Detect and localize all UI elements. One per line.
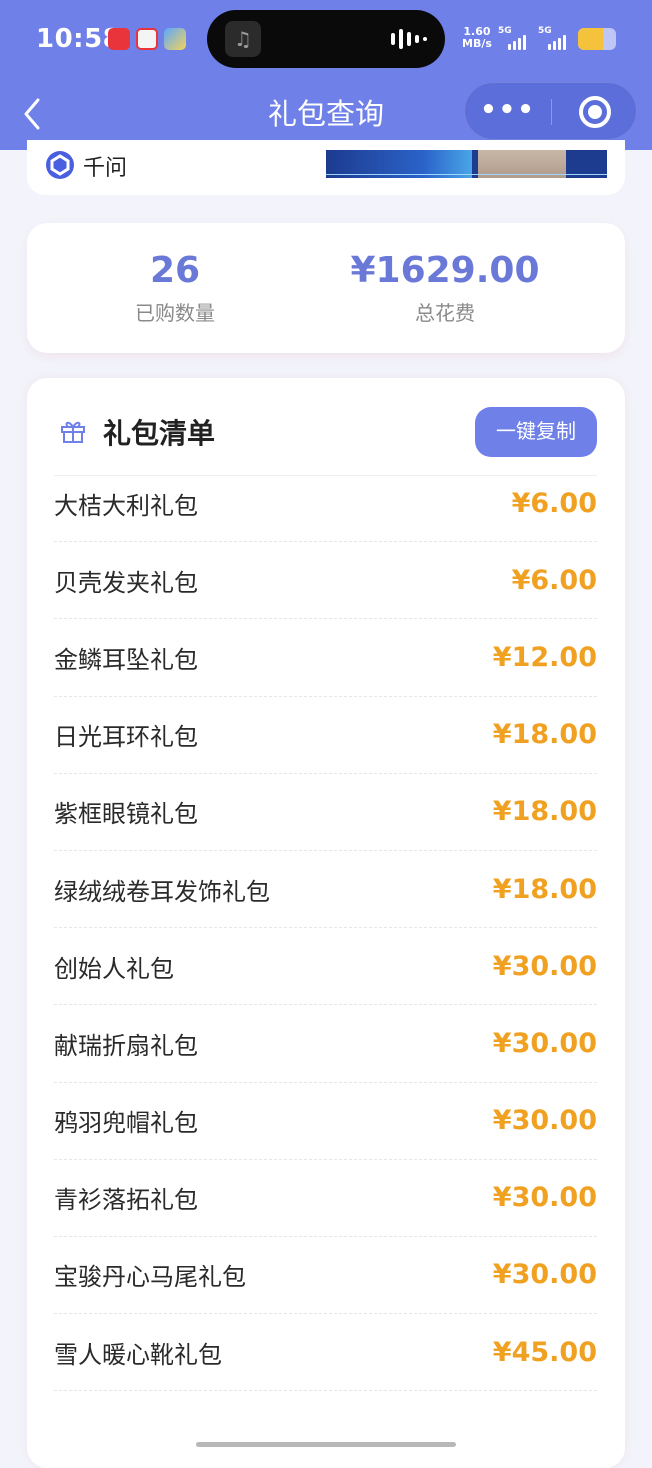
total-spent-label: 总花费 <box>415 301 475 325</box>
close-mini-program-button[interactable] <box>579 96 611 128</box>
gift-name: 紫框眼镜礼包 <box>54 800 198 829</box>
advert-label: 千问 <box>83 156 128 181</box>
gift-price: ¥18.00 <box>492 796 597 828</box>
total-spent-value: ¥1629.00 <box>350 250 540 291</box>
qianwen-logo-icon <box>46 151 74 179</box>
stats-card: 26 已购数量 ¥1629.00 总花费 <box>27 223 625 353</box>
news-app-icon <box>136 28 158 50</box>
gift-price: ¥30.00 <box>492 1027 597 1059</box>
app-notification-icon <box>164 28 186 50</box>
list-item: 贝壳发夹礼包 ¥6.00 <box>54 542 597 620</box>
list-item: 鸦羽兜帽礼包 ¥30.00 <box>54 1083 597 1160</box>
purchased-count-label: 已购数量 <box>135 301 215 325</box>
battery-icon <box>578 28 616 50</box>
gift-icon <box>61 421 85 443</box>
home-indicator[interactable] <box>196 1442 456 1447</box>
list-item: 紫框眼镜礼包 ¥18.00 <box>54 774 597 851</box>
network-speed: 1.60 MB/s <box>462 26 492 50</box>
purchased-count-stat: 26 已购数量 <box>75 247 275 326</box>
gift-name: 日光耳环礼包 <box>54 723 198 752</box>
capsule-divider <box>551 99 552 125</box>
gift-price: ¥30.00 <box>492 1105 597 1137</box>
signal-sim2-icon: 5G <box>538 26 566 50</box>
list-item: 日光耳环礼包 ¥18.00 <box>54 697 597 774</box>
gift-list-card: 礼包清单 一键复制 大桔大利礼包 ¥6.00 贝壳发夹礼包 ¥6.00 金鳞耳坠礼包 ¥1… <box>27 378 625 1468</box>
gift-name: 宝骏丹心马尾礼包 <box>54 1263 246 1292</box>
gift-name: 创始人礼包 <box>54 954 174 983</box>
more-menu-button[interactable]: ••• <box>465 83 551 141</box>
gift-name: 贝壳发夹礼包 <box>54 568 198 597</box>
gift-name: 绿绒绒卷耳发饰礼包 <box>54 877 270 906</box>
signal-sim1-icon: 5G <box>498 26 526 50</box>
dynamic-island[interactable]: ♫ <box>207 10 445 68</box>
list-title: 礼包清单 <box>103 417 216 450</box>
audio-wave-icon <box>391 29 427 49</box>
gift-price: ¥30.00 <box>492 950 597 982</box>
purchased-count-value: 26 <box>149 250 201 291</box>
gift-price: ¥6.00 <box>511 487 597 519</box>
gift-name: 鸦羽兜帽礼包 <box>54 1109 198 1138</box>
advert-card[interactable]: 千问 <box>27 140 625 195</box>
network-speed-unit: MB/s <box>462 37 492 50</box>
gift-price: ¥45.00 <box>492 1336 597 1368</box>
sim2-label: 5G <box>538 26 552 36</box>
list-item: 绿绒绒卷耳发饰礼包 ¥18.00 <box>54 851 597 929</box>
gift-price: ¥6.00 <box>511 564 597 596</box>
copy-all-button[interactable]: 一键复制 <box>475 407 597 457</box>
gift-price: ¥12.00 <box>492 641 597 673</box>
gift-name: 青衫落拓礼包 <box>54 1186 198 1215</box>
sim1-label: 5G <box>498 26 512 36</box>
netease-music-icon <box>108 28 130 50</box>
status-notification-icons <box>108 28 186 50</box>
gift-name: 大桔大利礼包 <box>54 491 198 520</box>
gift-name: 金鳞耳坠礼包 <box>54 645 198 674</box>
battery-fill <box>578 28 603 50</box>
gift-name: 献瑞折扇礼包 <box>54 1031 198 1060</box>
list-item: 宝骏丹心马尾礼包 ¥30.00 <box>54 1237 597 1315</box>
music-note-icon: ♫ <box>225 21 261 57</box>
list-item: 金鳞耳坠礼包 ¥12.00 <box>54 619 597 697</box>
gift-list: 大桔大利礼包 ¥6.00 贝壳发夹礼包 ¥6.00 金鳞耳坠礼包 ¥12.00 日光耳环礼包… <box>54 488 597 1392</box>
gift-price: ¥18.00 <box>492 719 597 751</box>
banner-line <box>326 174 607 175</box>
total-spent-stat: ¥1629.00 总花费 <box>345 247 545 326</box>
list-item: 献瑞折扇礼包 ¥30.00 <box>54 1005 597 1083</box>
list-item: 大桔大利礼包 ¥6.00 <box>54 465 597 543</box>
gift-price: ¥30.00 <box>492 1182 597 1214</box>
list-item: 青衫落拓礼包 ¥30.00 <box>54 1160 597 1237</box>
list-item: 雪人暖心靴礼包 ¥45.00 <box>54 1314 597 1392</box>
gift-price: ¥18.00 <box>492 873 597 905</box>
advert-banner-image[interactable] <box>326 150 607 178</box>
mini-program-capsule: ••• <box>464 82 637 140</box>
gift-price: ¥30.00 <box>492 1259 597 1291</box>
gift-name: 雪人暖心靴礼包 <box>54 1340 222 1369</box>
list-item: 创始人礼包 ¥30.00 <box>54 928 597 1006</box>
status-bar: 10:58 ♫ 1.60 MB/s 5G 5G <box>0 0 652 80</box>
